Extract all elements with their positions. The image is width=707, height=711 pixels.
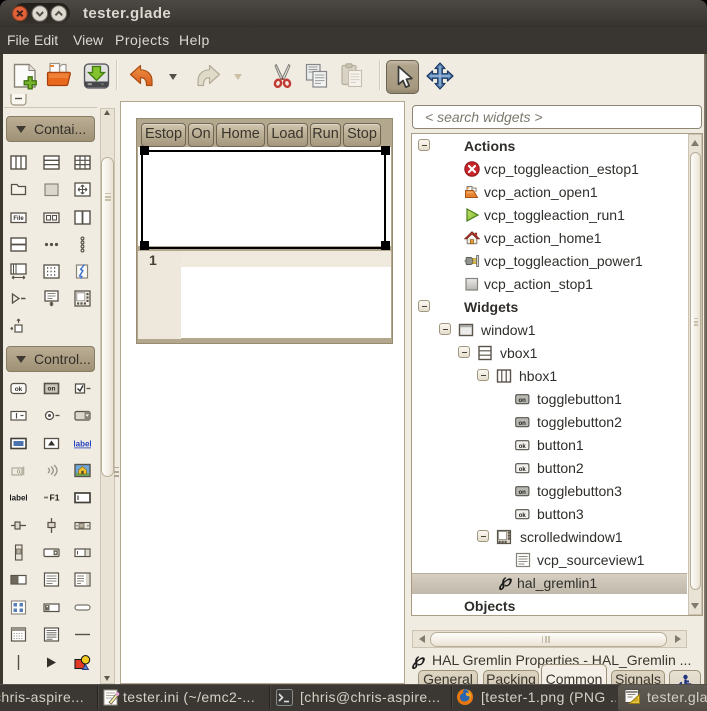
svg-text:F1: F1 — [50, 492, 60, 502]
svg-text:on: on — [519, 490, 527, 496]
svg-text:on: on — [519, 421, 527, 427]
svg-text:label: label — [74, 439, 91, 448]
svg-text:ok: ok — [519, 467, 527, 473]
svg-text:0.: 0. — [17, 469, 22, 475]
svg-text:on: on — [519, 398, 527, 404]
svg-text:ok: ok — [15, 386, 23, 393]
svg-text:ok: ok — [519, 444, 527, 450]
svg-text:on: on — [48, 385, 56, 392]
svg-text:ok: ok — [519, 513, 527, 519]
svg-text:File: File — [13, 216, 24, 222]
svg-text:label: label — [10, 493, 27, 502]
